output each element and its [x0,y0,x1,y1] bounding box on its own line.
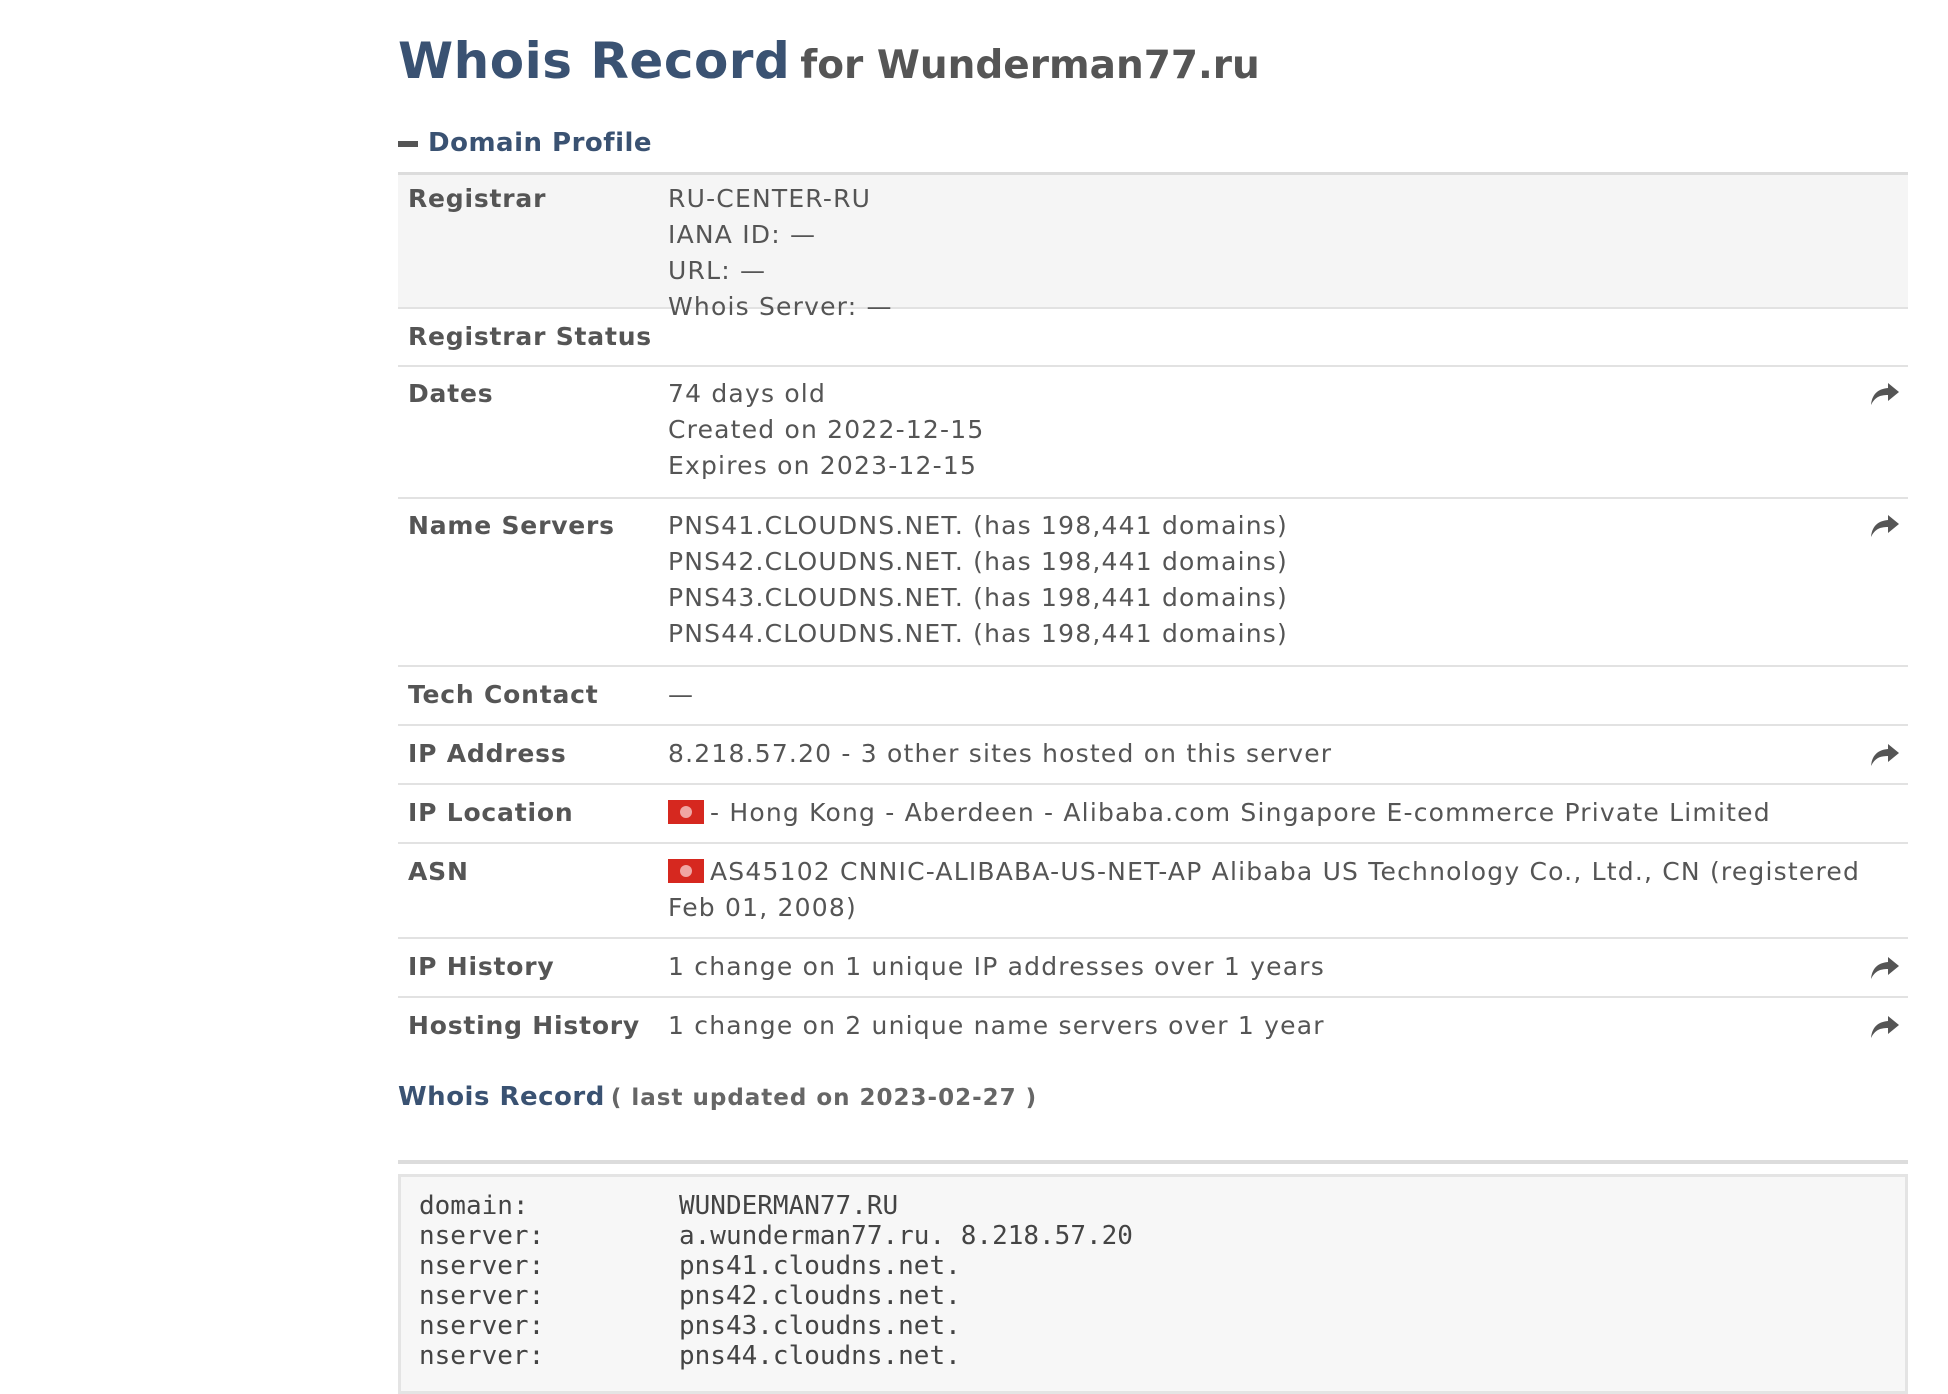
whois-key: domain: [419,1191,529,1221]
whois-value: pns41.cloudns.net. [679,1251,961,1281]
ip-address-row: IP Address 8.218.57.20 - 3 other sites h… [398,726,1908,785]
domain-profile-toggle[interactable]: Domain Profile [398,128,652,158]
whois-line: nserver: pns41.cloudns.net. [419,1251,1905,1281]
share-arrow-icon[interactable] [1870,381,1900,407]
minus-icon[interactable] [398,141,418,147]
created-date: Created on 2022-12-15 [668,415,985,444]
whois-value: pns43.cloudns.net. [679,1311,961,1341]
ip-address-value[interactable]: 8.218.57.20 - 3 other sites hosted on th… [668,736,1908,783]
dates-label: Dates [408,379,494,408]
ip-location-label: IP Location [408,798,574,827]
whois-record-title: Whois Record [398,1082,605,1112]
registrar-url: URL: — [668,256,767,285]
share-arrow-icon[interactable] [1870,955,1900,981]
asn-text: AS45102 CNNIC-ALIBABA-US-NET-AP Alibaba … [668,857,1861,922]
hosting-history-value: 1 change on 2 unique name servers over 1… [668,1011,1325,1040]
ip-location-text: - Hong Kong - Aberdeen - Alibaba.com Sin… [710,798,1771,827]
whois-key: nserver: [419,1281,545,1311]
hosting-history-label: Hosting History [408,1011,641,1040]
name-server-item[interactable]: PNS42.CLOUDNS.NET. (has 198,441 domains) [668,544,1868,580]
registrar-status-value [668,319,1908,365]
name-servers-label: Name Servers [408,511,615,540]
whois-record-updated: ( last updated on 2023-02-27 ) [610,1085,1038,1111]
whois-value: a.wunderman77.ru. 8.218.57.20 [679,1221,1133,1251]
whois-key: nserver: [419,1341,545,1371]
dates-value: 74 days old Created on 2022-12-15 Expire… [668,376,1908,497]
registrar-iana-id: IANA ID: — [668,220,817,249]
share-arrow-icon[interactable] [1870,1014,1900,1040]
hong-kong-flag-icon [668,800,704,824]
registrar-row: Registrar RU-CENTER-RU IANA ID: — URL: —… [398,175,1908,321]
whois-record-heading: Whois Record( last updated on 2023-02-27… [398,1082,1037,1112]
registrar-label: Registrar [408,184,547,213]
name-server-item[interactable]: PNS43.CLOUDNS.NET. (has 198,441 domains) [668,580,1868,616]
domain-age: 74 days old [668,379,827,408]
ip-history-row: IP History 1 change on 1 unique IP addre… [398,939,1908,998]
whois-value: pns42.cloudns.net. [679,1281,961,1311]
ip-location-value: - Hong Kong - Aberdeen - Alibaba.com Sin… [668,795,1908,842]
whois-line: nserver: a.wunderman77.ru. 8.218.57.20 [419,1221,1905,1251]
asn-row: ASN AS45102 CNNIC-ALIBABA-US-NET-AP Alib… [398,844,1908,939]
ip-address-label: IP Address [408,739,567,768]
whois-value: pns44.cloudns.net. [679,1341,961,1371]
whois-key: nserver: [419,1221,545,1251]
whois-line: nserver: pns42.cloudns.net. [419,1281,1905,1311]
share-arrow-icon[interactable] [1870,513,1900,539]
hosting-history-row: Hosting History 1 change on 2 unique nam… [398,998,1908,1057]
whois-key: nserver: [419,1251,545,1281]
registrar-status-row: Registrar Status [398,309,1908,367]
registrar-name: RU-CENTER-RU [668,184,872,213]
domain-profile-table: Registrar RU-CENTER-RU IANA ID: — URL: —… [398,172,1908,1057]
name-servers-row: Name Servers PNS41.CLOUDNS.NET. (has 198… [398,499,1908,667]
whois-line: nserver: pns43.cloudns.net. [419,1311,1905,1341]
name-server-item[interactable]: PNS44.CLOUDNS.NET. (has 198,441 domains) [668,616,1868,652]
tech-contact-value: — [668,680,695,709]
domain-profile-label[interactable]: Domain Profile [428,128,652,158]
ip-history-label: IP History [408,952,555,981]
name-server-item[interactable]: PNS41.CLOUDNS.NET. (has 198,441 domains) [668,508,1868,544]
registrar-value: RU-CENTER-RU IANA ID: — URL: — Whois Ser… [668,181,1908,321]
asn-label: ASN [408,857,469,886]
tech-contact-label: Tech Contact [408,680,599,709]
whois-value: WUNDERMAN77.RU [679,1191,899,1221]
page-title-domain: for Wunderman77.ru [800,43,1260,88]
ip-location-row: IP Location - Hong Kong - Aberdeen - Ali… [398,785,1908,844]
page-title: Whois Record for Wunderman77.ru [398,32,1260,90]
ip-history-value: 1 change on 1 unique IP addresses over 1… [668,952,1325,981]
name-servers-value: PNS41.CLOUDNS.NET. (has 198,441 domains)… [668,508,1908,665]
dates-row: Dates 74 days old Created on 2022-12-15 … [398,367,1908,499]
expires-date: Expires on 2023-12-15 [668,451,978,480]
whois-line: domain: WUNDERMAN77.RU [419,1191,1905,1221]
registrar-status-label: Registrar Status [408,322,652,351]
share-arrow-icon[interactable] [1870,742,1900,768]
tech-contact-row: Tech Contact — [398,667,1908,726]
page-title-main: Whois Record [398,32,791,90]
whois-line: nserver: pns44.cloudns.net. [419,1341,1905,1371]
whois-raw-record: domain: WUNDERMAN77.RU nserver: a.wunderma… [398,1174,1908,1394]
whois-key: nserver: [419,1311,545,1341]
asn-value: AS45102 CNNIC-ALIBABA-US-NET-AP Alibaba … [668,854,1908,937]
hong-kong-flag-icon [668,859,704,883]
whois-record-divider [398,1160,1908,1164]
